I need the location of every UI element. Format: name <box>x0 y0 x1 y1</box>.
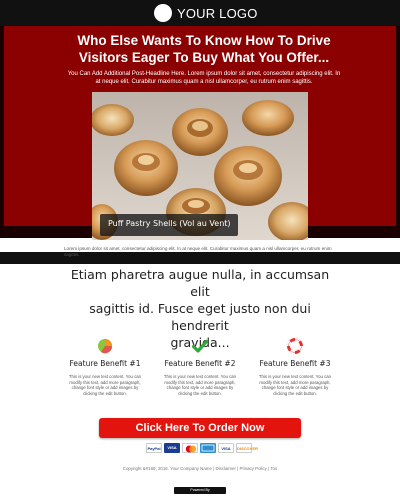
hero-section: Who Else Wants To Know How To Drive Visi… <box>0 26 400 264</box>
feature-title: Feature Benefit #1 <box>69 359 141 368</box>
feature-description: This is your new text content. You can m… <box>68 374 142 396</box>
top-bar: YOUR LOGO <box>0 0 400 26</box>
hero-headline-line-2: Visitors Eager To Buy What You Offer... <box>78 50 330 65</box>
hero-headline: Who Else Wants To Know How To Drive Visi… <box>4 32 400 66</box>
hero-subheadline-line-1: You Can Add Additional Post-Headline Her… <box>67 71 341 77</box>
checkmark-icon <box>192 339 208 353</box>
feature-benefits: Feature Benefit #1 This is your new text… <box>60 338 340 398</box>
hero-headline-line-1: Who Else Wants To Know How To Drive <box>77 33 331 48</box>
lifebuoy-icon <box>287 338 303 354</box>
image-caption-box: Puff Pastry Shells (Vol au Vent) <box>100 214 238 236</box>
footer-links[interactable]: Copyright &#169; 2016. Your Company Name… <box>0 466 400 471</box>
discover-icon: DISCOVER <box>236 443 258 453</box>
feature-title: Feature Benefit #2 <box>164 359 236 368</box>
image-caption: Puff Pastry Shells (Vol au Vent) <box>108 219 231 228</box>
feature-description: This is your new text content. You can m… <box>258 374 332 396</box>
order-now-button[interactable]: Click Here To Order Now <box>99 418 301 438</box>
quote-line-1: Etiam pharetra augue nulla, in accumsan … <box>70 267 330 299</box>
intro-paragraph: Lorem ipsum dolor sit amet, consectetur … <box>64 246 332 257</box>
quote-line-2: sagittis id. Fusce eget justo non dui he… <box>89 301 311 333</box>
feature-title: Feature Benefit #3 <box>259 359 331 368</box>
powered-by-badge[interactable]: Powered By <box>174 487 226 494</box>
payment-methods: PayPal VISA VISA DISCOVER <box>146 443 258 453</box>
visa-electron-icon: VISA <box>218 443 234 453</box>
mastercard-icon <box>182 443 198 453</box>
paypal-icon: PayPal <box>146 443 162 453</box>
logo-text: YOUR LOGO <box>177 5 258 21</box>
logo-circle-icon <box>154 4 172 22</box>
logo[interactable]: YOUR LOGO <box>154 2 258 24</box>
amex-icon <box>200 443 216 453</box>
feature-description: This is your new text content. You can m… <box>163 374 237 396</box>
hero-subheadline: You Can Add Additional Post-Headline Her… <box>60 70 348 86</box>
hero-subheadline-line-2: at neque elit. Curabitur maximus quam a … <box>95 79 313 85</box>
visa-icon: VISA <box>164 443 180 453</box>
pie-chart-icon <box>98 339 113 354</box>
